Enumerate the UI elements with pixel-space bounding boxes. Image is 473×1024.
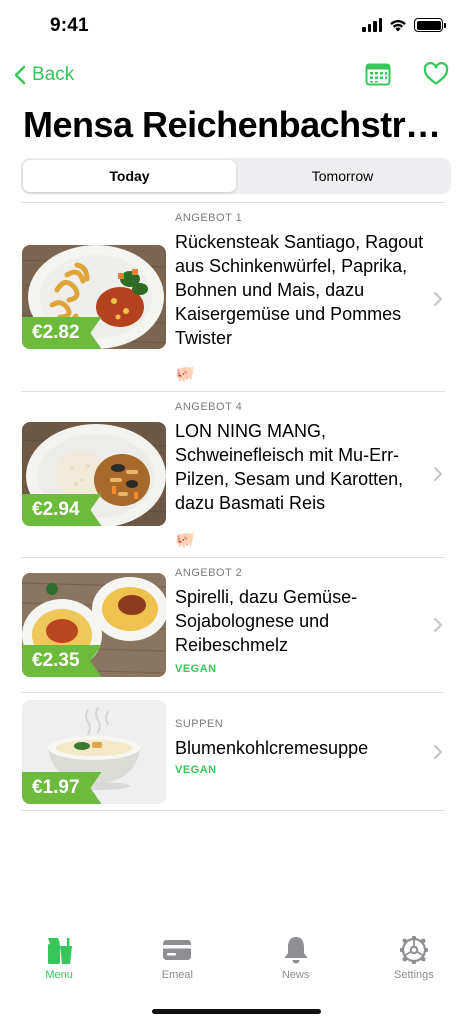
tab-label: News bbox=[281, 969, 310, 981]
favorite-button[interactable] bbox=[423, 62, 449, 91]
menu-cup-icon bbox=[48, 938, 73, 964]
chevron-right-icon bbox=[434, 745, 442, 759]
chevron-right-icon bbox=[434, 618, 442, 632]
card-icon bbox=[163, 940, 192, 960]
bell-icon bbox=[284, 937, 308, 964]
tab-news[interactable]: News bbox=[237, 934, 355, 994]
price-tag: €2.94 bbox=[22, 494, 102, 526]
gear-icon bbox=[399, 936, 428, 964]
meal-row[interactable]: €2.94 ANGEBOT 4 LON NING MANG, Schweinef… bbox=[21, 392, 445, 558]
meal-image: €2.35 bbox=[22, 573, 166, 677]
meal-name: LON NING MANG, Schweinefleisch mit Mu-Er… bbox=[175, 421, 404, 513]
back-button[interactable]: Back bbox=[14, 64, 74, 86]
meal-list: €2.82 ANGEBOT 1 Rückensteak Santiago, Ra… bbox=[21, 202, 445, 811]
heart-icon bbox=[423, 62, 449, 85]
home-indicator bbox=[152, 1009, 321, 1014]
price-tag: €2.82 bbox=[22, 317, 102, 349]
status-icons bbox=[362, 18, 446, 32]
tab-label: Settings bbox=[394, 969, 434, 981]
meal-category: ANGEBOT 4 bbox=[175, 401, 243, 413]
cellular-signal-icon bbox=[362, 18, 382, 32]
page-title: Mensa Reichenbachstr… bbox=[23, 104, 441, 145]
day-segmented-control: Today Tomorrow bbox=[21, 158, 451, 194]
status-bar: 9:41 bbox=[0, 0, 473, 54]
chevron-right-icon bbox=[434, 292, 442, 306]
nav-actions bbox=[365, 62, 449, 91]
tab-label: Emeal bbox=[161, 969, 193, 981]
status-time: 9:41 bbox=[50, 15, 89, 36]
tab-bar: Menu Emeal News Settings bbox=[0, 934, 473, 994]
tab-menu[interactable]: Menu bbox=[0, 934, 118, 994]
meal-image: €1.97 bbox=[22, 700, 166, 804]
navigation-bar: Back bbox=[0, 58, 473, 98]
price-tag: €1.97 bbox=[22, 772, 102, 804]
calendar-button[interactable] bbox=[365, 62, 391, 91]
price-tag: €2.35 bbox=[22, 645, 102, 677]
segment-tomorrow[interactable]: Tomorrow bbox=[236, 160, 449, 192]
wifi-icon bbox=[390, 20, 406, 32]
segment-today[interactable]: Today bbox=[23, 160, 236, 192]
meal-category: ANGEBOT 1 bbox=[175, 212, 243, 224]
meal-image: €2.82 bbox=[22, 245, 166, 349]
pig-icon: 🐖 bbox=[175, 532, 195, 549]
tab-label: Menu bbox=[45, 969, 73, 981]
calendar-icon bbox=[365, 63, 391, 86]
meal-name: Spirelli, dazu Gemüse-Sojabolognese und … bbox=[175, 587, 358, 655]
meal-category: ANGEBOT 2 bbox=[175, 567, 243, 579]
meal-row[interactable]: €1.97 SUPPEN Blumenkohlcremesuppe VEGAN bbox=[21, 693, 445, 811]
meal-name: Blumenkohlcremesuppe bbox=[175, 738, 369, 758]
chevron-left-icon bbox=[14, 65, 26, 85]
vegan-tag: VEGAN bbox=[175, 663, 217, 675]
tab-settings[interactable]: Settings bbox=[355, 934, 473, 994]
meal-image: €2.94 bbox=[22, 422, 166, 526]
vegan-tag: VEGAN bbox=[175, 764, 217, 776]
battery-icon bbox=[414, 18, 446, 32]
back-label: Back bbox=[32, 64, 75, 85]
meal-category: SUPPEN bbox=[175, 718, 224, 730]
pig-icon: 🐖 bbox=[175, 366, 195, 383]
meal-row[interactable]: €2.82 ANGEBOT 1 Rückensteak Santiago, Ra… bbox=[21, 203, 445, 392]
meal-row[interactable]: €2.35 ANGEBOT 2 Spirelli, dazu Gemüse-So… bbox=[21, 558, 445, 693]
tab-emeal[interactable]: Emeal bbox=[118, 934, 236, 994]
chevron-right-icon bbox=[434, 467, 442, 481]
meal-name: Rückensteak Santiago, Ragout aus Schinke… bbox=[175, 232, 424, 348]
